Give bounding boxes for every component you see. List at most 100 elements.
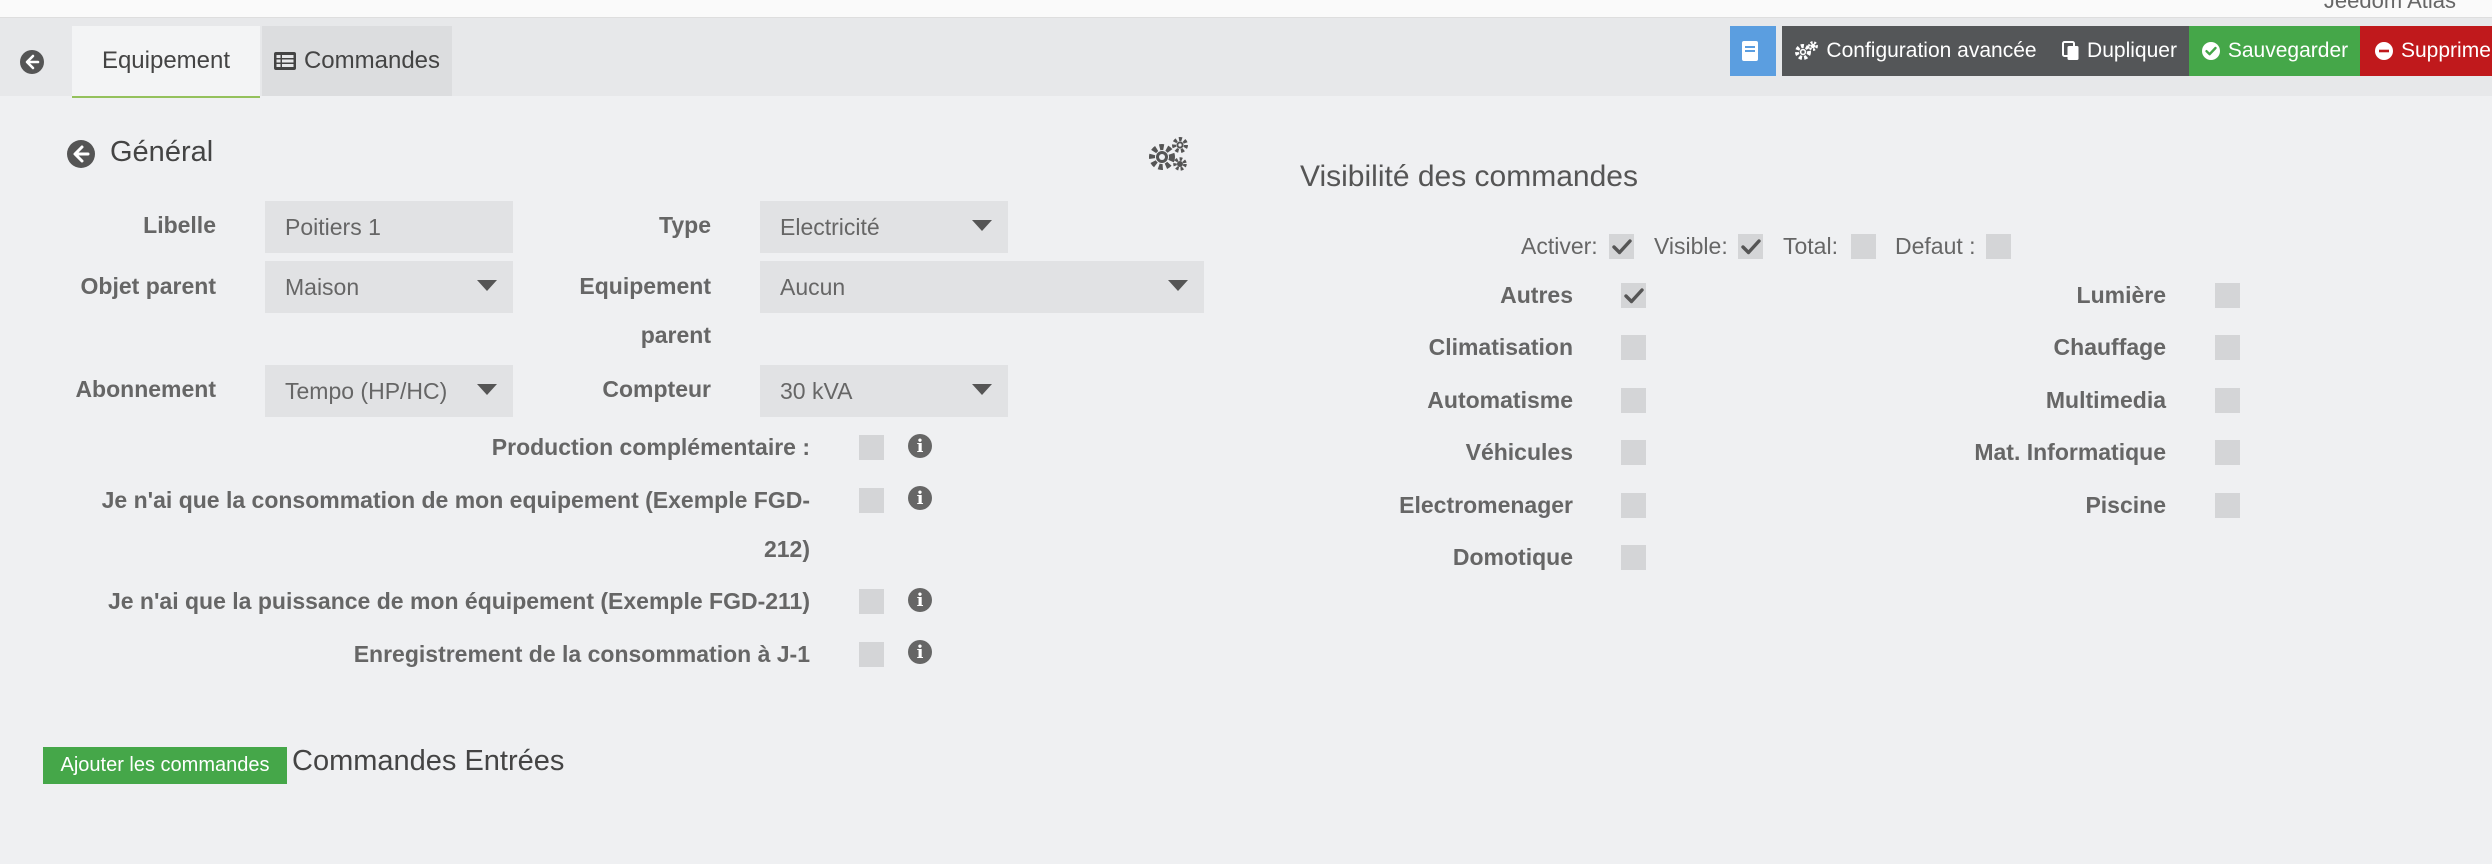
category-automatisme-label: Automatisme (1427, 387, 1573, 413)
save-button[interactable]: Sauvegarder (2189, 26, 2360, 76)
activer-checkbox[interactable] (1609, 234, 1634, 259)
option-power-label: Je n'ai que la puissance de mon équipeme… (107, 588, 810, 614)
libelle-label: Libelle (143, 212, 216, 238)
check-circle-icon (2201, 42, 2220, 60)
type-select[interactable]: Electricité (760, 201, 1008, 253)
type-label: Type (659, 212, 711, 238)
check-icon (1623, 287, 1644, 303)
general-back-icon[interactable] (66, 139, 96, 174)
category-automatisme-checkbox[interactable] (1621, 388, 1646, 413)
visible-checkbox[interactable] (1738, 234, 1763, 259)
subscription-value: Tempo (HP/HC) (285, 377, 448, 404)
delete-button[interactable]: Supprimer (2360, 26, 2492, 76)
category-domotique-checkbox[interactable] (1621, 545, 1646, 570)
commands-inputs-title: Commandes Entrées (292, 745, 565, 777)
category-domotique-label: Domotique (1452, 544, 1573, 570)
category-vehicules-label: Véhicules (1465, 439, 1573, 465)
gears-icon (1149, 137, 1188, 171)
equipment-config-button[interactable] (1148, 136, 1190, 177)
defaut-label: Defaut : (1895, 233, 1976, 259)
option-production-checkbox[interactable] (859, 435, 884, 460)
meter-value: 30 kVA (780, 377, 853, 404)
arrow-left-circle-icon (67, 140, 95, 168)
parent-object-label: Objet parent (80, 273, 216, 299)
chevron-down-icon (1168, 280, 1188, 291)
total-checkbox[interactable] (1851, 234, 1876, 259)
parent-equipment-value: Aucun (780, 273, 846, 300)
chevron-down-icon (477, 280, 497, 291)
advanced-config-button[interactable]: Configuration avancée (1782, 26, 2050, 76)
tab-equipement-label: Equipement (101, 47, 231, 74)
subscription-select[interactable]: Tempo (HP/HC) (265, 365, 513, 417)
duplicate-button[interactable]: Dupliquer (2050, 26, 2189, 76)
meter-label: Compteur (602, 376, 711, 402)
meter-select[interactable]: 30 kVA (760, 365, 1008, 417)
activer-label: Activer: (1521, 233, 1598, 259)
copy-icon (2062, 41, 2079, 60)
advanced-config-label: Configuration avancée (1826, 39, 2037, 62)
add-commands-label: Ajouter les commandes (60, 754, 270, 776)
category-climatisation-label: Climatisation (1428, 334, 1573, 360)
category-chauffage-label: Chauffage (2053, 334, 2166, 360)
category-multimedia-label: Multimedia (2045, 387, 2166, 413)
category-vehicules-checkbox[interactable] (1621, 440, 1646, 465)
parent-object-select[interactable]: Maison (265, 261, 513, 313)
check-icon (1611, 238, 1632, 254)
libelle-value: Poitiers 1 (285, 213, 381, 240)
parent-equipment-select[interactable]: Aucun (760, 261, 1204, 313)
tab-equipement[interactable]: Equipement (72, 26, 260, 98)
type-value: Electricité (780, 213, 880, 240)
category-informatique-label: Mat. Informatique (1974, 439, 2166, 465)
category-autres-label: Autres (1500, 282, 1573, 308)
category-electromenager-checkbox[interactable] (1621, 493, 1646, 518)
parent-equipment-label: Equipement (579, 273, 711, 299)
category-lumiere-label: Lumière (2076, 282, 2166, 308)
arrow-left-circle-icon (20, 50, 44, 74)
chevron-down-icon (972, 384, 992, 395)
visibility-title: Visibilité des commandes (1300, 160, 1638, 193)
category-lumiere-checkbox[interactable] (2215, 283, 2240, 308)
book-icon (1741, 41, 1758, 61)
documentation-button[interactable] (1730, 26, 1776, 76)
option-j1-label: Enregistrement de la consommation à J-1 (353, 641, 810, 667)
chevron-down-icon (972, 220, 992, 231)
category-informatique-checkbox[interactable] (2215, 440, 2240, 465)
option-consumption-label: Je n'ai que la consommation de mon equip… (101, 487, 810, 513)
add-commands-button[interactable]: Ajouter les commandes (43, 747, 287, 784)
category-autres-checkbox[interactable] (1621, 283, 1646, 308)
option-production-label: Production complémentaire : (491, 434, 810, 460)
category-chauffage-checkbox[interactable] (2215, 335, 2240, 360)
check-icon (1740, 238, 1761, 254)
top-strip (0, 0, 2492, 18)
option-consumption-checkbox[interactable] (859, 488, 884, 513)
chevron-down-icon (477, 384, 497, 395)
minus-circle-icon (2375, 42, 2393, 60)
info-icon[interactable]: i (908, 588, 932, 612)
category-piscine-label: Piscine (2085, 492, 2166, 518)
category-climatisation-checkbox[interactable] (1621, 335, 1646, 360)
visible-label: Visible: (1654, 233, 1728, 259)
category-piscine-checkbox[interactable] (2215, 493, 2240, 518)
parent-object-value: Maison (285, 273, 360, 300)
parent-equipment-label-2: parent (640, 322, 711, 348)
option-power-checkbox[interactable] (859, 589, 884, 614)
libelle-input[interactable]: Poitiers 1 (265, 201, 513, 253)
total-label: Total: (1783, 233, 1838, 259)
category-electromenager-label: Electromenager (1399, 492, 1573, 518)
back-button[interactable] (10, 40, 54, 84)
tab-commandes-label: Commandes (303, 47, 441, 74)
duplicate-label: Dupliquer (2087, 39, 2177, 62)
info-icon[interactable]: i (908, 434, 932, 458)
tab-commandes[interactable]: Commandes (262, 26, 452, 96)
option-j1-checkbox[interactable] (859, 642, 884, 667)
subscription-label: Abonnement (75, 376, 216, 402)
user-name: Jeedom Atlas (2323, 0, 2456, 13)
general-title: Général (110, 136, 214, 168)
list-icon (273, 52, 296, 70)
delete-label: Supprimer (2401, 39, 2492, 62)
info-icon[interactable]: i (908, 486, 932, 510)
option-consumption-label-2: 212) (763, 536, 810, 562)
category-multimedia-checkbox[interactable] (2215, 388, 2240, 413)
defaut-checkbox[interactable] (1986, 234, 2011, 259)
info-icon[interactable]: i (908, 640, 932, 664)
